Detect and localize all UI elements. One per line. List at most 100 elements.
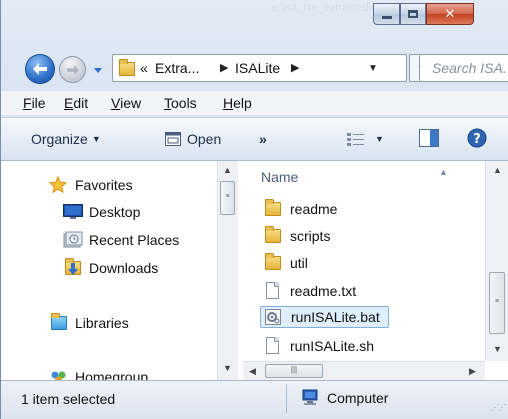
file-row-runisalite-bat[interactable]: runISALite.bat bbox=[260, 306, 389, 328]
file-row-util-folder[interactable]: util bbox=[263, 252, 308, 274]
organize-button[interactable]: Organize ▼ bbox=[31, 131, 101, 147]
folder-icon bbox=[263, 199, 281, 218]
command-bar: Organize ▼ Open » ▼ ? bbox=[1, 117, 508, 161]
address-overflow[interactable]: « bbox=[140, 60, 148, 76]
file-name: scripts bbox=[290, 228, 331, 244]
navigation-scrollbar[interactable]: ▲ ≡ ▼ bbox=[217, 161, 238, 380]
nav-desktop[interactable]: Desktop bbox=[63, 203, 140, 221]
menu-file[interactable]: File bbox=[23, 95, 46, 111]
open-label: Open bbox=[187, 131, 222, 147]
preview-pane-button[interactable] bbox=[419, 129, 439, 150]
nav-libraries-label: Libraries bbox=[75, 315, 129, 331]
back-button[interactable] bbox=[25, 54, 55, 84]
nav-libraries[interactable]: Libraries bbox=[49, 313, 129, 332]
file-row-scripts-folder[interactable]: scripts bbox=[263, 225, 330, 247]
file-list-horizontal-scrollbar[interactable]: ◀ ||| ▶ bbox=[243, 361, 485, 380]
computer-icon bbox=[302, 389, 318, 405]
recent-places-icon bbox=[63, 231, 83, 249]
preview-pane-icon bbox=[419, 129, 439, 147]
view-options-icon bbox=[347, 133, 364, 146]
menu-edit[interactable]: Edit bbox=[64, 95, 88, 111]
breadcrumb-separator-icon[interactable]: ▶ bbox=[220, 61, 228, 74]
menu-view[interactable]: View bbox=[111, 95, 141, 111]
scroll-up-icon[interactable]: ▲ bbox=[493, 165, 502, 175]
search-placeholder: Search ISA... bbox=[432, 60, 508, 76]
name-column-label: Name bbox=[261, 169, 299, 185]
file-list-pane: Name ▲ readme scripts util readme.txt ru… bbox=[243, 161, 508, 380]
text-file-icon bbox=[263, 337, 281, 355]
chevron-down-icon: ▼ bbox=[91, 134, 101, 144]
scroll-down-icon[interactable]: ▼ bbox=[493, 344, 502, 354]
batch-file-icon bbox=[264, 308, 282, 326]
content-area: Favorites Desktop Recent Places Download… bbox=[1, 161, 508, 383]
libraries-icon bbox=[49, 313, 69, 332]
breadcrumb-extra[interactable]: Extra... bbox=[155, 60, 199, 76]
folder-icon bbox=[263, 226, 281, 245]
search-input[interactable]: Search ISA... bbox=[419, 54, 508, 82]
menu-tools[interactable]: Tools bbox=[164, 95, 197, 111]
maximize-button[interactable] bbox=[400, 3, 426, 25]
scroll-left-icon[interactable]: ◀ bbox=[249, 366, 256, 377]
minimize-button[interactable] bbox=[373, 3, 400, 25]
menu-view-label: iew bbox=[120, 95, 142, 111]
chevron-down-icon: ▼ bbox=[375, 134, 384, 144]
title-bar[interactable]: e:\isa_lite_extracted\isalite ✕ bbox=[1, 0, 508, 42]
organize-label: Organize bbox=[31, 131, 88, 147]
scroll-thumb[interactable]: ≡ bbox=[220, 181, 235, 215]
help-icon: ? bbox=[467, 128, 487, 148]
scroll-down-icon[interactable]: ▼ bbox=[223, 363, 232, 373]
scroll-thumb[interactable]: ||| bbox=[265, 364, 323, 378]
menu-file-label: ile bbox=[31, 95, 46, 111]
back-arrow-icon bbox=[33, 63, 47, 75]
svg-text:?: ? bbox=[473, 132, 481, 147]
menu-bar: File Edit View Tools Help bbox=[1, 91, 508, 115]
scroll-up-icon[interactable]: ▲ bbox=[223, 165, 232, 175]
maximize-icon bbox=[408, 10, 418, 18]
menu-help-key: H bbox=[223, 95, 234, 111]
caption-buttons: ✕ bbox=[373, 3, 474, 25]
menu-file-key: F bbox=[23, 95, 32, 111]
close-button[interactable]: ✕ bbox=[426, 3, 474, 25]
folder-icon bbox=[117, 59, 137, 78]
chevron-down-icon bbox=[94, 67, 102, 73]
file-row-readme-txt[interactable]: readme.txt bbox=[263, 280, 356, 302]
file-row-readme-folder[interactable]: readme bbox=[263, 198, 337, 220]
open-button[interactable]: Open bbox=[165, 131, 221, 147]
nav-favorites[interactable]: Favorites bbox=[48, 175, 133, 194]
help-button[interactable]: ? bbox=[467, 128, 487, 151]
scroll-thumb[interactable]: ≡ bbox=[489, 272, 505, 334]
folder-icon bbox=[263, 253, 281, 272]
nav-recent-label: Recent Places bbox=[89, 232, 180, 248]
nav-downloads[interactable]: Downloads bbox=[63, 258, 159, 277]
nav-downloads-label: Downloads bbox=[89, 260, 159, 276]
file-name: runISALite.bat bbox=[291, 309, 380, 325]
file-row-runisalite-sh[interactable]: runISALite.sh bbox=[263, 335, 374, 357]
explorer-window: e:\isa_lite_extracted\isalite ✕ « Extra.… bbox=[0, 0, 508, 419]
nav-recent-places[interactable]: Recent Places bbox=[63, 231, 179, 249]
file-name: runISALite.sh bbox=[290, 338, 375, 354]
menu-help[interactable]: Help bbox=[223, 95, 252, 111]
address-dropdown-icon[interactable]: ▼ bbox=[365, 59, 381, 77]
file-name: util bbox=[290, 255, 308, 271]
breadcrumb-separator-icon[interactable]: ▶ bbox=[291, 61, 299, 74]
scroll-right-icon[interactable]: ▶ bbox=[469, 366, 476, 377]
desktop-icon bbox=[63, 203, 83, 221]
star-icon bbox=[48, 175, 69, 194]
breadcrumb-isalite[interactable]: ISALite bbox=[235, 60, 280, 76]
file-name: readme.txt bbox=[290, 283, 357, 299]
downloads-folder-icon bbox=[63, 258, 83, 277]
forward-button[interactable] bbox=[59, 56, 86, 83]
text-file-icon bbox=[263, 282, 281, 300]
name-column-header[interactable]: Name ▲ bbox=[261, 167, 448, 185]
file-list-vertical-scrollbar[interactable]: ▲ ≡ ▼ bbox=[485, 161, 508, 361]
navigation-pane: Favorites Desktop Recent Places Download… bbox=[1, 161, 238, 383]
resize-grip-icon[interactable]: ⋰⋰ bbox=[491, 403, 506, 412]
views-button[interactable]: ▼ bbox=[347, 131, 384, 147]
address-bar[interactable]: « Extra... ▶ ISALite ▶ ▼ bbox=[112, 54, 407, 82]
more-commands-button[interactable]: » bbox=[259, 131, 267, 147]
nav-favorites-label: Favorites bbox=[75, 177, 133, 193]
status-divider bbox=[286, 385, 287, 413]
location-status: Computer bbox=[301, 389, 388, 407]
recent-pages-dropdown[interactable] bbox=[89, 60, 107, 80]
minimize-icon bbox=[381, 16, 392, 19]
